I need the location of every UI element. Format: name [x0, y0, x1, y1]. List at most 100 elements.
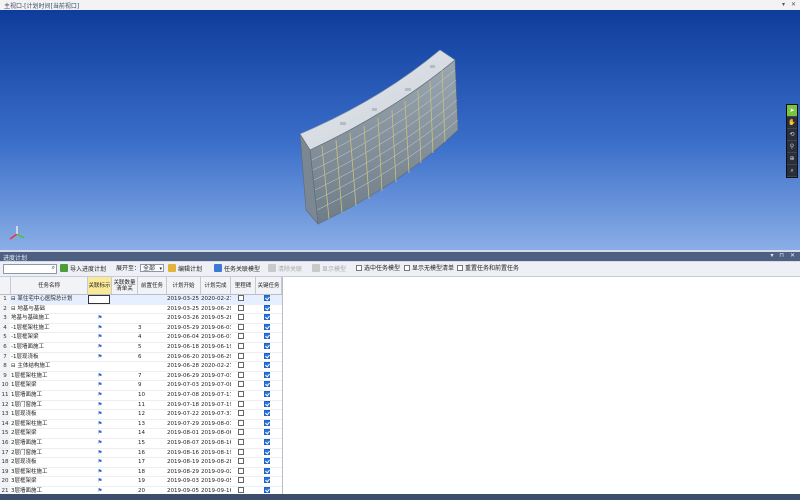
- col-header-pred[interactable]: 前置任务: [138, 277, 167, 294]
- table-row[interactable]: 5 -1层框架梁 ⚑ 4 2019-06-04 2019-06-07: [0, 333, 282, 343]
- show-unlinked-checkbox[interactable]: [404, 265, 410, 271]
- table-row[interactable]: 10 1层框架梁 ⚑ 9 2019-07-03 2019-07-08: [0, 381, 282, 391]
- task-name-cell[interactable]: 1层现浇板: [11, 410, 87, 419]
- table-row[interactable]: 12 1层门窗施工 ⚑ 11 2019-07-18 2019-07-19: [0, 400, 282, 411]
- select-task-model-toggle[interactable]: 选中任务模型: [356, 264, 400, 274]
- critical-task-checkbox[interactable]: [264, 458, 272, 467]
- milestone-checkbox[interactable]: [238, 390, 246, 400]
- task-name-cell[interactable]: 2层门窗施工: [11, 449, 87, 458]
- link-model-button[interactable]: 任务关联模型: [214, 264, 260, 274]
- edit-plan-button[interactable]: 编辑计划: [168, 264, 202, 274]
- task-name-cell[interactable]: 3层框架柱施工: [11, 468, 87, 477]
- task-name-cell[interactable]: 2层现浇板: [11, 458, 87, 467]
- clear-link-button[interactable]: 清除关联: [268, 264, 302, 274]
- task-name-cell[interactable]: 1层框架梁: [11, 381, 87, 390]
- window-controls[interactable]: ▾ ✕: [782, 1, 798, 8]
- table-row[interactable]: 16 2层墙面施工 ⚑ 15 2019-08-07 2019-08-16: [0, 438, 282, 449]
- milestone-checkbox[interactable]: [238, 362, 246, 371]
- milestone-checkbox[interactable]: [238, 477, 246, 486]
- select-tool-icon[interactable]: ➤: [787, 105, 797, 117]
- milestone-checkbox[interactable]: [238, 381, 246, 390]
- critical-task-checkbox[interactable]: [264, 371, 272, 381]
- table-row[interactable]: 18 2层现浇板 ⚑ 17 2019-08-19 2019-08-28: [0, 458, 282, 468]
- milestone-checkbox[interactable]: [238, 295, 246, 304]
- pan-hand-icon[interactable]: ✋: [787, 117, 797, 129]
- search-input[interactable]: ⌕: [3, 264, 57, 274]
- table-row[interactable]: 14 2层框架柱施工 ⚑ 13 2019-07-29 2019-08-01: [0, 419, 282, 430]
- critical-task-checkbox[interactable]: [264, 333, 272, 342]
- col-header-milestone[interactable]: 里程碑: [231, 277, 256, 294]
- table-row[interactable]: 2 ⊟ 地基与基础 2019-03-25 2019-06-29: [0, 304, 282, 315]
- critical-task-checkbox[interactable]: [264, 400, 272, 410]
- panel-controls[interactable]: ▾ ⊓ ✕: [770, 252, 797, 259]
- critical-task-checkbox[interactable]: [264, 419, 272, 429]
- milestone-checkbox[interactable]: [238, 314, 246, 323]
- critical-task-checkbox[interactable]: [264, 295, 272, 304]
- reset-tasks-checkbox[interactable]: [457, 265, 463, 271]
- table-row[interactable]: 19 3层框架柱施工 ⚑ 18 2019-08-29 2019-09-02: [0, 467, 282, 478]
- table-row[interactable]: 3 地基与基础施工 ⚑ 2019-03-26 2019-05-28: [0, 314, 282, 324]
- critical-task-checkbox[interactable]: [264, 323, 272, 333]
- col-header-critical[interactable]: 关键任务: [256, 277, 282, 294]
- task-name-cell[interactable]: ⊟ 某住宅中心医院总计划: [11, 295, 87, 304]
- table-row[interactable]: 15 2层框架梁 ⚑ 14 2019-08-01 2019-08-06: [0, 429, 282, 439]
- milestone-checkbox[interactable]: [238, 448, 246, 458]
- task-name-cell[interactable]: -1层墙面施工: [11, 343, 87, 352]
- milestone-checkbox[interactable]: [238, 304, 246, 314]
- inline-edit-input[interactable]: [88, 295, 110, 304]
- table-row[interactable]: 7 -1层现浇板 ⚑ 6 2019-06-20 2019-06-29: [0, 352, 282, 363]
- table-row[interactable]: 9 1层框架柱施工 ⚑ 7 2019-06-29 2019-07-03: [0, 371, 282, 382]
- milestone-checkbox[interactable]: [238, 352, 246, 362]
- task-name-cell[interactable]: -1层框架柱施工: [11, 324, 87, 333]
- critical-task-checkbox[interactable]: [264, 467, 272, 477]
- task-name-cell[interactable]: 1层框架柱施工: [11, 372, 87, 381]
- col-header-name[interactable]: 任务名称: [11, 277, 88, 294]
- critical-task-checkbox[interactable]: [264, 477, 272, 486]
- model-viewport[interactable]: ➤ ✋ ⟲ ⚲ ⊕ ⌕: [0, 10, 800, 250]
- table-row[interactable]: 13 1层现浇板 ⚑ 12 2019-07-22 2019-07-31: [0, 410, 282, 420]
- select-task-model-checkbox[interactable]: [356, 265, 362, 271]
- task-name-cell[interactable]: 1层门窗施工: [11, 401, 87, 410]
- zoom-in-icon[interactable]: ⊕: [787, 153, 797, 165]
- reset-tasks-toggle[interactable]: 重置任务和前置任务: [457, 264, 519, 274]
- import-schedule-button[interactable]: 导入进度计划: [60, 264, 106, 274]
- milestone-checkbox[interactable]: [238, 400, 246, 410]
- milestone-checkbox[interactable]: [238, 458, 246, 467]
- critical-task-checkbox[interactable]: [264, 410, 272, 419]
- critical-task-checkbox[interactable]: [264, 314, 272, 323]
- milestone-checkbox[interactable]: [238, 467, 246, 477]
- milestone-checkbox[interactable]: [238, 342, 246, 352]
- task-name-cell[interactable]: -1层框架梁: [11, 333, 87, 342]
- milestone-checkbox[interactable]: [238, 371, 246, 381]
- critical-task-checkbox[interactable]: [264, 381, 272, 390]
- milestone-checkbox[interactable]: [238, 438, 246, 448]
- building-model[interactable]: [0, 10, 800, 250]
- critical-task-checkbox[interactable]: [264, 352, 272, 362]
- critical-task-checkbox[interactable]: [264, 304, 272, 314]
- table-row[interactable]: 6 -1层墙面施工 ⚑ 5 2019-06-18 2019-06-19: [0, 342, 282, 353]
- col-header-qty[interactable]: 关联数量清单关: [112, 277, 138, 294]
- critical-task-checkbox[interactable]: [264, 390, 272, 400]
- table-row[interactable]: 8 ⊟ 主体结构施工 2019-06-28 2020-02-27: [0, 362, 282, 372]
- table-row[interactable]: 1 ⊟ 某住宅中心医院总计划 2019-03-25 2020-02-27: [0, 295, 282, 305]
- table-row[interactable]: 20 3层框架梁 ⚑ 19 2019-09-03 2019-09-05: [0, 477, 282, 487]
- milestone-checkbox[interactable]: [238, 323, 246, 333]
- table-row[interactable]: 17 2层门窗施工 ⚑ 16 2019-08-16 2019-08-19: [0, 448, 282, 459]
- show-unlinked-toggle[interactable]: 显示无模型清单: [404, 264, 454, 274]
- gantt-splitter[interactable]: [282, 277, 283, 500]
- orbit-icon[interactable]: ⟲: [787, 129, 797, 141]
- task-name-cell[interactable]: ⊟ 地基与基础: [11, 305, 87, 314]
- col-header-end[interactable]: 计划完成: [201, 277, 231, 294]
- task-name-cell[interactable]: 2层框架柱施工: [11, 420, 87, 429]
- task-name-cell[interactable]: 2层墙面施工: [11, 439, 87, 448]
- task-name-cell[interactable]: 3层框架梁: [11, 477, 87, 486]
- task-name-cell[interactable]: -1层现浇板: [11, 353, 87, 362]
- milestone-checkbox[interactable]: [238, 410, 246, 419]
- task-name-cell[interactable]: 1层墙面施工: [11, 391, 87, 400]
- task-name-cell[interactable]: 2层框架梁: [11, 429, 87, 438]
- show-model-button[interactable]: 显示模型: [312, 264, 346, 274]
- milestone-checkbox[interactable]: [238, 429, 246, 438]
- expand-level-select[interactable]: 全部 ▾: [140, 264, 164, 272]
- critical-task-checkbox[interactable]: [264, 429, 272, 438]
- table-row[interactable]: 4 -1层框架柱施工 ⚑ 3 2019-05-29 2019-06-03: [0, 323, 282, 334]
